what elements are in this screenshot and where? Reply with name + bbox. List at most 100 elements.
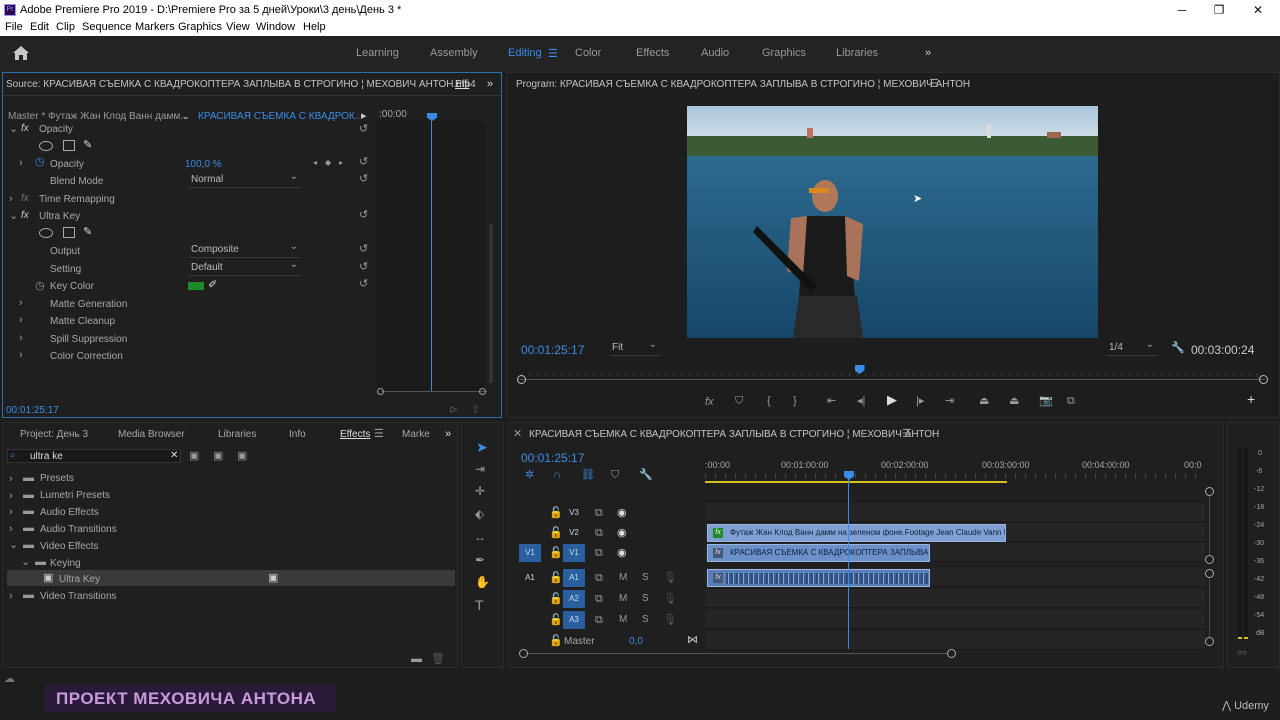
next-keyframe-icon[interactable]: ▸ [339,157,343,169]
home-icon[interactable] [12,45,32,63]
source-patch-a1[interactable]: A1 [519,569,541,587]
menu-view[interactable]: View [226,21,250,33]
linked-selection-icon[interactable]: ⛓ [581,469,595,481]
key-color-swatch[interactable] [188,282,204,290]
add-marker-icon[interactable]: ⛉ [735,395,743,407]
sequence-title[interactable]: КРАСИВАЯ СЪЕМКА С КВАДРОКОПТЕРА ЗАПЛЫВА … [529,429,939,440]
track-select-tool-icon[interactable]: ⇥ [475,463,485,475]
tab-effect-controls[interactable]: Effi [455,79,469,90]
clip-a1[interactable]: fx [707,569,930,587]
workspace-menu-icon[interactable]: ☰ [548,47,558,60]
menu-help[interactable]: Help [303,21,326,33]
source-title[interactable]: Source: КРАСИВАЯ СЪЕМКА С КВАДРОКОПТЕРА … [6,79,476,90]
track-a3-lane[interactable] [705,610,1205,629]
ec-timecode[interactable]: 00:01:25:17 [6,405,59,416]
ellipse-mask-icon[interactable] [39,228,53,238]
export-icon[interactable]: ⇪ [471,404,480,416]
32bit-effects-icon[interactable]: ▣ [213,450,223,462]
workspace-libraries[interactable]: Libraries [836,47,878,59]
lift-icon[interactable]: ⏏ [979,395,989,407]
clear-search-icon[interactable]: ✕ [170,450,178,461]
scroll-handle[interactable] [1205,637,1214,646]
mute-button[interactable]: M [619,572,627,583]
panel-menu-icon[interactable]: ☰ [902,428,912,440]
tab-libraries[interactable]: Libraries [218,429,256,440]
sync-lock-icon[interactable]: ⧉ [595,527,603,539]
nest-icon[interactable]: ✲ [525,469,534,481]
ec-zoom-bar[interactable] [381,391,487,392]
blend-mode-dropdown[interactable]: Normal [189,171,301,188]
collapse-icon[interactable]: ⌄ [9,123,18,135]
step-forward-icon[interactable]: |▸ [916,395,924,407]
opacity-section[interactable]: Opacity [39,124,73,135]
lock-icon[interactable]: 🔓 [549,527,563,539]
zoom-handle-right[interactable] [947,649,956,658]
timeline-timecode[interactable]: 00:01:25:17 [521,451,584,465]
scrub-handle-left[interactable] [517,375,526,384]
comparison-view-icon[interactable]: ⧉ [1067,395,1075,407]
expand-icon[interactable]: › [9,506,13,518]
expand-icon[interactable]: › [9,473,13,485]
wrench-icon[interactable]: 🔧 [1171,342,1185,354]
tree-lumetri-presets[interactable]: Lumetri Presets [40,490,110,501]
add-marker-icon[interactable]: ⛉ [611,469,619,481]
scroll-handle[interactable] [1205,569,1214,578]
opacity-value[interactable]: 100,0 % [185,159,222,170]
collapse-icon[interactable]: ⌄ [9,539,18,551]
video-scrollbar[interactable] [1209,496,1210,556]
scroll-handle[interactable] [1205,555,1214,564]
track-v1-label[interactable]: V1 [563,544,585,562]
fx-toggle-icon[interactable]: fx [705,396,714,408]
menu-clip[interactable]: Clip [56,21,75,33]
sync-lock-icon[interactable]: ⧉ [595,614,603,626]
mic-icon[interactable]: 🎙 [663,593,677,605]
tree-audio-effects[interactable]: Audio Effects [40,507,99,518]
track-a2-lane[interactable] [705,589,1205,608]
menu-file[interactable]: File [5,21,23,33]
go-to-out-icon[interactable]: ⇥ [945,395,954,407]
extract-icon[interactable]: ⏏ [1009,395,1019,407]
menu-markers[interactable]: Markers [135,21,175,33]
effects-search-input[interactable]: ⌕ ultra ke ✕ [7,449,181,463]
razor-tool-icon[interactable]: ⬖ [475,508,484,520]
expand-icon[interactable]: › [9,193,13,205]
mute-button[interactable]: M [619,593,627,604]
go-to-icon[interactable]: ⋈ [687,634,698,646]
rectangle-mask-icon[interactable] [63,140,75,151]
reset-icon[interactable]: ↺ [359,123,368,135]
scroll-handle[interactable] [1205,487,1214,496]
output-dropdown[interactable]: Composite [189,241,301,258]
track-v3-label[interactable]: V3 [563,504,585,522]
stopwatch-icon[interactable]: ◷ [35,156,45,168]
tab-media-browser[interactable]: Media Browser [118,429,185,440]
expand-icon[interactable]: › [19,297,23,309]
solo-button[interactable]: S [642,572,649,583]
ec-playhead-handle[interactable] [427,113,437,121]
panel-menu-icon[interactable]: ☰ [374,428,384,440]
track-v3-lane[interactable] [705,503,1205,522]
fit-dropdown[interactable]: Fit [610,339,660,356]
panel-overflow-icon[interactable]: » [487,78,493,90]
hand-tool-icon[interactable]: ✋ [475,576,490,588]
ultra-key-section[interactable]: Ultra Key [39,211,80,222]
type-tool-icon[interactable]: T [475,598,484,612]
solo-toggle-icon[interactable]: ○○ [1237,647,1247,659]
ellipse-mask-icon[interactable] [39,141,53,151]
snap-icon[interactable]: ∩ [553,469,561,481]
workspace-effects[interactable]: Effects [636,47,669,59]
slip-tool-icon[interactable]: ↔ [474,531,486,543]
mark-in-icon[interactable]: { [767,395,771,407]
panel-overflow-icon[interactable]: » [445,428,451,440]
workspace-audio[interactable]: Audio [701,47,729,59]
sequence-clip-label[interactable]: КРАСИВАЯ СЪЕМКА С КВАДРОК... [198,111,363,122]
pen-mask-icon[interactable]: ✎ [83,226,92,238]
program-scrub-bar[interactable] [519,379,1265,380]
new-bin-icon[interactable]: ▬ [411,653,422,665]
solo-button[interactable]: S [642,614,649,625]
rectangle-mask-icon[interactable] [63,227,75,238]
filter-icon[interactable]: ⊳ [449,404,458,416]
tree-audio-transitions[interactable]: Audio Transitions [40,524,117,535]
matte-cleanup-section[interactable]: Matte Cleanup [50,316,115,327]
tab-info[interactable]: Info [289,429,306,440]
expand-icon[interactable]: › [9,523,13,535]
